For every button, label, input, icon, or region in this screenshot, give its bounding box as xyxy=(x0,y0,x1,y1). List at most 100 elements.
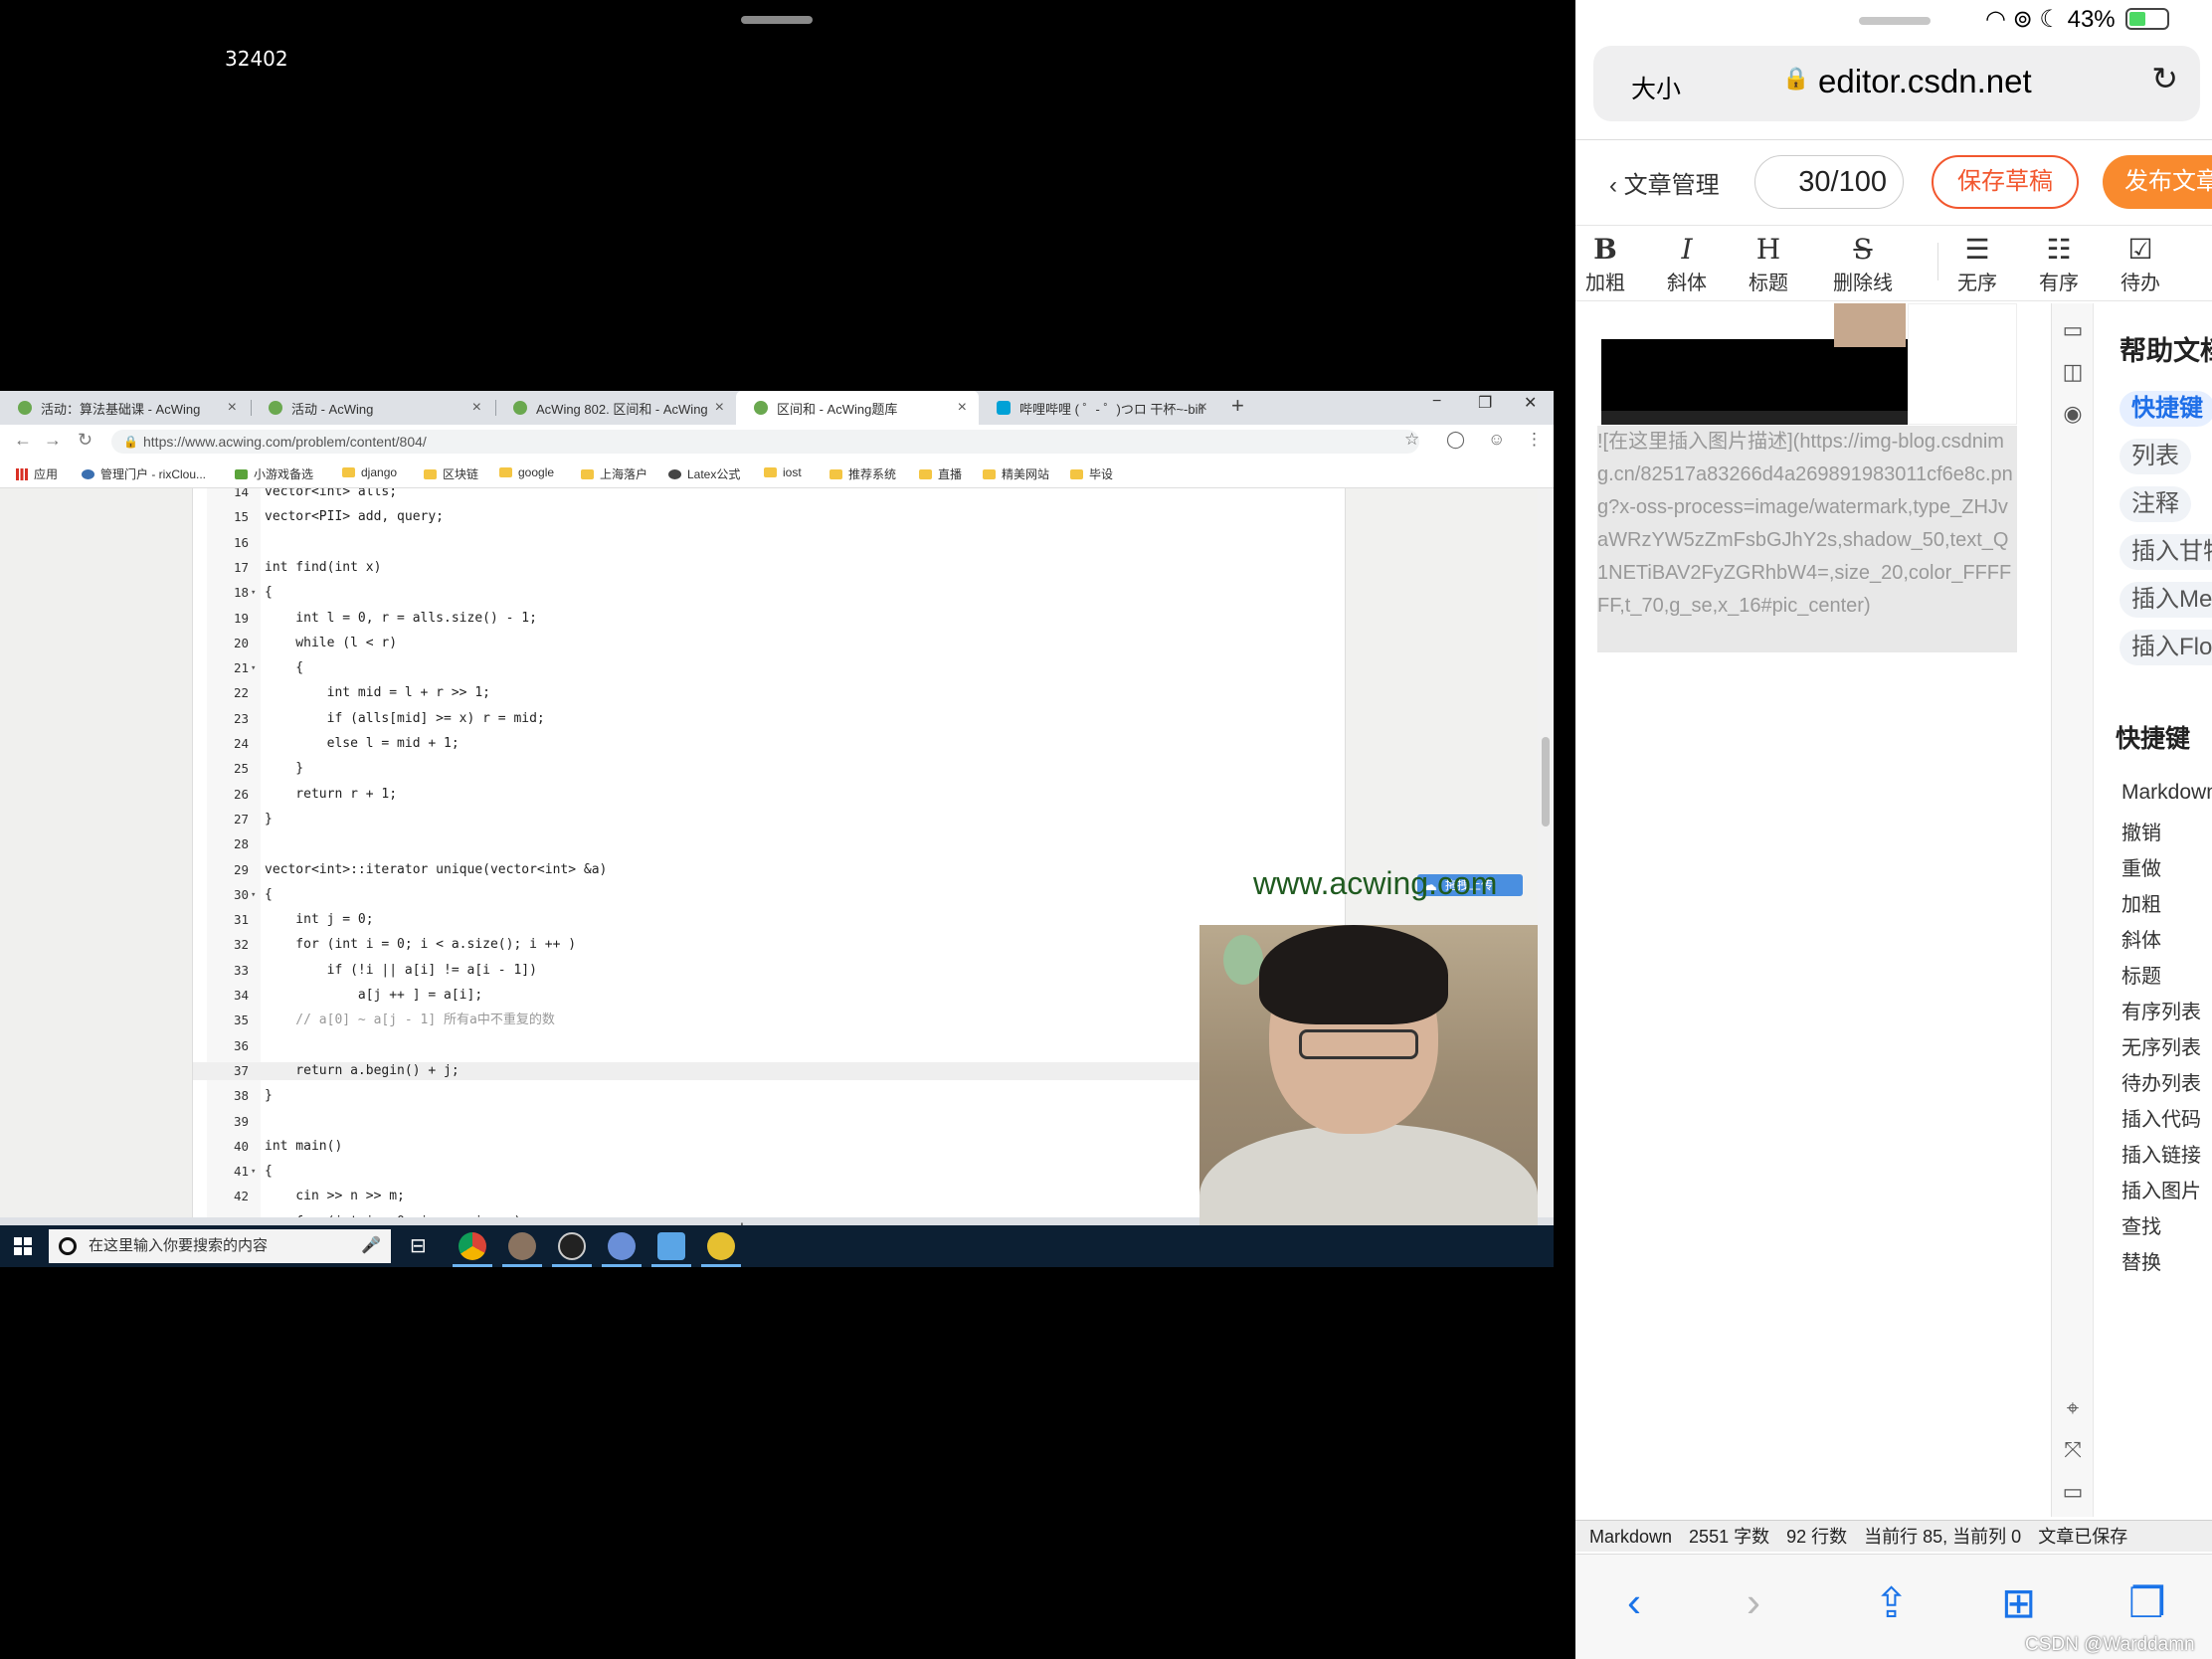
app-icon[interactable] xyxy=(508,1232,536,1260)
browser-tab[interactable]: AcWing 802. 区间和 - AcWing × xyxy=(495,391,736,425)
bookmark[interactable]: iost xyxy=(764,465,802,479)
bookmark[interactable]: 管理门户 - rixClou... xyxy=(82,465,206,482)
help-chip[interactable]: 注释 xyxy=(2120,486,2191,522)
app-icon[interactable] xyxy=(657,1232,685,1260)
browser-tab[interactable]: 活动 - AcWing × xyxy=(251,391,493,425)
windows-start-icon[interactable] xyxy=(14,1237,32,1255)
close-window-icon[interactable]: ✕ xyxy=(1524,393,1537,413)
bookmark[interactable]: 毕设 xyxy=(1070,465,1113,482)
chrome-icon[interactable] xyxy=(459,1232,486,1260)
browser-tab[interactable]: 哔哩哔哩 ( ゜- ゜)つロ 干杯~-bili × xyxy=(979,391,1219,425)
layout-icon[interactable]: ▭ xyxy=(2060,317,2086,343)
line-number: 29 xyxy=(233,861,249,877)
code-editor[interactable]: 14 vector<int> alls; 15 vector<PII> add, qu… xyxy=(192,488,1346,1217)
close-icon[interactable]: × xyxy=(472,399,481,417)
publish-button[interactable]: 发布文章 xyxy=(2103,155,2212,209)
todo-list-button[interactable]: ☑ 待办 xyxy=(2111,233,2170,295)
markdown-image-text[interactable]: ![在这里插入图片描述](https://img-blog.csdnimg.cn… xyxy=(1597,426,2017,652)
reload-icon[interactable]: ↻ xyxy=(78,430,92,451)
bookmark[interactable]: google xyxy=(499,465,554,479)
bookmark-apps[interactable]: 应用 xyxy=(16,465,58,482)
menu-icon[interactable]: ⋮ xyxy=(1526,430,1543,450)
fold-icon[interactable]: ▾ xyxy=(251,886,256,904)
collapse-icon[interactable]: ⤧ xyxy=(2060,1437,2086,1463)
heading-button[interactable]: H 标题 xyxy=(1739,233,1798,295)
strikethrough-button[interactable]: S 删除线 xyxy=(1824,233,1902,295)
bookmark[interactable]: 精美网站 xyxy=(983,465,1049,482)
wifi-icon: ◠ xyxy=(1985,6,2006,33)
scrollbar[interactable] xyxy=(1538,488,1554,1217)
extension-icon[interactable]: ◯ xyxy=(1446,430,1465,450)
app-icon[interactable] xyxy=(608,1232,636,1260)
bold-button[interactable]: B 加粗 xyxy=(1575,233,1635,295)
help-chip[interactable]: 列表 xyxy=(2120,439,2191,474)
ordered-list-icon: ☷ xyxy=(2046,233,2072,266)
bookmarks-icon[interactable]: ⊞ xyxy=(2001,1578,2036,1627)
microphone-icon[interactable]: 🎤 xyxy=(361,1229,381,1263)
split-view-handle[interactable] xyxy=(741,16,813,24)
help-chip-hotkeys[interactable]: 快捷键 xyxy=(2120,391,2212,427)
url-input[interactable]: 🔒 https://www.acwing.com/problem/content/… xyxy=(111,430,1419,454)
fold-icon[interactable]: ▾ xyxy=(251,659,256,677)
task-view-icon[interactable]: ⊟ xyxy=(410,1233,427,1258)
back-icon[interactable]: ‹ xyxy=(1627,1578,1641,1626)
moon-icon: ☾ xyxy=(2039,6,2061,33)
code-text: { xyxy=(265,886,273,902)
bookmark[interactable]: 区块链 xyxy=(424,465,478,482)
fold-icon[interactable]: ▾ xyxy=(251,1163,256,1181)
taskbar-search-input[interactable]: 在这里输入你要搜索的内容 🎤 xyxy=(49,1229,391,1263)
back-icon[interactable]: ← xyxy=(14,430,32,451)
split-view-icon[interactable]: ◫ xyxy=(2060,359,2086,385)
eye-icon[interactable]: ◉ xyxy=(2060,401,2086,427)
close-icon[interactable]: × xyxy=(228,399,237,417)
restore-icon[interactable]: ❐ xyxy=(1478,393,1492,413)
code-line: 27} xyxy=(193,811,1333,829)
bookmark[interactable]: 直播 xyxy=(919,465,962,482)
split-view-handle[interactable] xyxy=(1859,17,1931,25)
bookmark[interactable]: 上海落户 xyxy=(581,465,647,482)
bookmark[interactable]: django xyxy=(342,465,397,479)
unordered-list-button[interactable]: ☰ 无序 xyxy=(1947,233,2007,295)
code-text: return r + 1; xyxy=(265,786,398,802)
close-icon[interactable]: × xyxy=(1198,399,1207,417)
obs-icon[interactable] xyxy=(558,1232,586,1260)
code-text: { xyxy=(265,1164,273,1180)
help-chip[interactable]: 插入Flow xyxy=(2120,630,2212,665)
back-to-articles-link[interactable]: ‹ 文章管理 xyxy=(1609,165,1720,200)
line-number: 32 xyxy=(233,937,249,953)
code-line: 39 xyxy=(193,1113,1333,1131)
bookmark[interactable]: Latex公式 xyxy=(668,465,740,482)
save-draft-button[interactable]: 保存草稿 xyxy=(1932,155,2079,209)
bookmark[interactable]: 小游戏备选 xyxy=(235,465,313,482)
code-text: vector<int>::iterator unique(vector<int>… xyxy=(265,861,608,877)
help-chip[interactable]: 插入甘特 xyxy=(2120,534,2212,570)
italic-button[interactable]: I 斜体 xyxy=(1657,233,1717,295)
new-tab-button[interactable]: + xyxy=(1231,393,1244,419)
close-icon[interactable]: × xyxy=(715,399,724,417)
minimize-icon[interactable]: − xyxy=(1432,393,1441,411)
text-size-button[interactable]: 大小 xyxy=(1631,70,1681,105)
line-number: 15 xyxy=(233,509,249,525)
browser-tab-active[interactable]: 区间和 - AcWing题库 × xyxy=(736,391,979,425)
bookmark[interactable]: 推荐系统 xyxy=(830,465,896,482)
title-length-counter: 30/100 xyxy=(1754,155,1904,209)
lock-icon: 🔒 xyxy=(1782,66,1810,91)
close-icon[interactable]: × xyxy=(958,399,967,417)
code-line: 43 for (int i = 0; i < n; i ++ ) xyxy=(193,1213,1333,1217)
chevron-left-icon: ‹ xyxy=(1609,172,1624,199)
safari-address-bar[interactable]: 大小 🔒 editor.csdn.net ↻ xyxy=(1593,46,2200,121)
help-chip[interactable]: 插入Mermaid xyxy=(2120,582,2212,618)
profile-icon[interactable]: ☺ xyxy=(1488,430,1505,450)
browser-tab[interactable]: 活动：算法基础课 - AcWing × xyxy=(0,391,249,425)
fold-icon[interactable]: ▾ xyxy=(251,584,256,602)
share-icon[interactable]: ⇪ xyxy=(1874,1578,1909,1627)
forward-icon[interactable]: › xyxy=(1747,1578,1760,1626)
forward-icon[interactable]: → xyxy=(44,430,62,451)
locate-icon[interactable]: ⌖ xyxy=(2060,1395,2086,1421)
star-icon[interactable]: ☆ xyxy=(1404,430,1419,450)
tabs-icon[interactable]: ❐ xyxy=(2128,1578,2166,1627)
app-icon[interactable] xyxy=(707,1232,735,1260)
reload-icon[interactable]: ↻ xyxy=(2151,60,2178,97)
ordered-list-button[interactable]: ☷ 有序 xyxy=(2029,233,2089,295)
monitor-icon[interactable]: ▭ xyxy=(2060,1479,2086,1505)
